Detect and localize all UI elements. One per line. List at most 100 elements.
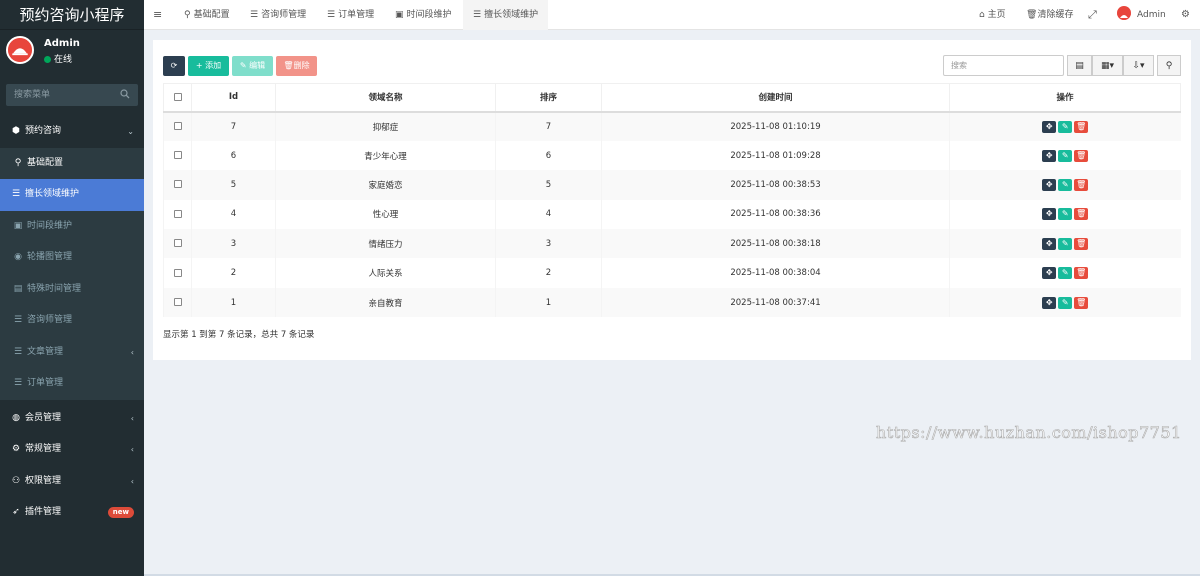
cell-sort: 3 <box>495 229 602 259</box>
admin-menu[interactable]: Admin <box>1117 0 1166 30</box>
col-header-sort[interactable]: 排序 <box>495 83 602 113</box>
row-checkbox[interactable] <box>173 209 182 218</box>
watermark-text: https://www.huzhan.com/ishop7751 <box>876 423 1182 443</box>
sidebar-item-5[interactable]: ▤ 特殊时间管理 <box>0 273 144 305</box>
row-checkbox[interactable] <box>173 122 182 131</box>
table-row[interactable]: 4 性心理 4 2025-11-08 00:38:36 ✥ ✎ 🗑 <box>163 199 1181 230</box>
col-header-id[interactable]: Id <box>191 83 276 113</box>
sidebar-menu: ⬢ 预约咨询 ⌄ ⚲ 基础配置 ☰ 擅长领域维护 ▣ 时间段维护 ◉ 轮播图管理 ▤ 特殊时间管理 ☰ 咨询… <box>0 116 144 529</box>
home-link[interactable]: ⌂ 主页 <box>979 0 1006 30</box>
delete-row-icon[interactable]: 🗑 <box>1074 208 1089 221</box>
drag-sort-icon[interactable]: ✥ <box>1042 237 1057 250</box>
sidebar-item-12[interactable]: ➶ 插件管理 new <box>0 497 144 529</box>
tab-counselor[interactable]: ☰ 咨询师管理 <box>250 0 306 30</box>
user-name: Admin <box>44 38 80 49</box>
sidebar-item-label: 文章管理 <box>27 346 64 357</box>
drag-sort-icon[interactable]: ✥ <box>1042 178 1057 191</box>
edit-row-icon[interactable]: ✎ <box>1058 120 1073 133</box>
sidebar-toggle-icon[interactable]: ≡ <box>153 0 162 30</box>
row-checkbox[interactable] <box>173 180 182 189</box>
sidebar-item-9[interactable]: ◍ 会员管理 ‹ <box>0 403 144 435</box>
drag-sort-icon[interactable]: ✥ <box>1042 149 1057 162</box>
delete-button[interactable]: 🗑删除 <box>276 56 317 76</box>
drag-sort-icon[interactable]: ✥ <box>1042 267 1057 280</box>
user-status-label: 在线 <box>54 55 73 65</box>
table-search-input[interactable] <box>943 55 1064 76</box>
cell-sort: 6 <box>495 140 602 171</box>
data-table: Id 领域名称 排序 创建时间 操作 7 抑郁症 7 2025-11-08 01:10… <box>163 83 1181 318</box>
sidebar-item-8[interactable]: ☰ 订单管理 <box>0 368 144 400</box>
delete-row-icon[interactable]: 🗑 <box>1074 120 1089 133</box>
sidebar-item-4[interactable]: ◉ 轮播图管理 <box>0 242 144 274</box>
edit-row-icon[interactable]: ✎ <box>1058 208 1073 221</box>
sidebar-item-2[interactable]: ☰ 擅长领域维护 <box>0 179 144 211</box>
toggle-view-icon[interactable]: ▤ <box>1067 55 1092 76</box>
tab-expertise[interactable]: ☰ 擅长领域维护 <box>463 0 549 30</box>
fullscreen-icon[interactable]: ⤢ <box>1088 0 1097 30</box>
drag-sort-icon[interactable]: ✥ <box>1042 120 1057 133</box>
sidebar-item-label: 订单管理 <box>27 378 64 388</box>
tab-orders[interactable]: ☰ 订单管理 <box>327 0 374 30</box>
sidebar-item-6[interactable]: ☰ 咨询师管理 <box>0 305 144 337</box>
row-checkbox[interactable] <box>173 151 182 160</box>
columns-dropdown-icon[interactable]: ▦▾ <box>1092 55 1123 76</box>
col-header-created[interactable]: 创建时间 <box>601 83 950 113</box>
edit-row-icon[interactable]: ✎ <box>1058 178 1073 191</box>
tab-timeslot[interactable]: ▣ 时间段维护 <box>395 0 452 30</box>
edit-row-icon[interactable]: ✎ <box>1058 296 1073 309</box>
settings-gear-icon[interactable]: ⚙ <box>1181 0 1190 30</box>
tab-basic-config[interactable]: ⚲ 基础配置 <box>184 0 230 30</box>
select-all-checkbox[interactable] <box>173 92 182 101</box>
cell-ops: ✥ ✎ 🗑 <box>949 111 1181 141</box>
edit-row-icon[interactable]: ✎ <box>1058 267 1073 280</box>
row-checkbox[interactable] <box>173 268 182 277</box>
row-checkbox[interactable] <box>173 298 182 307</box>
drag-sort-icon[interactable]: ✥ <box>1042 208 1057 221</box>
cell-name: 家庭婚恋 <box>275 170 496 200</box>
online-dot-icon <box>44 56 51 63</box>
col-header-name[interactable]: 领域名称 <box>275 83 496 113</box>
edit-row-icon[interactable]: ✎ <box>1058 149 1073 162</box>
delete-row-icon[interactable]: 🗑 <box>1074 267 1089 280</box>
sidebar-item-1[interactable]: ⚲ 基础配置 <box>0 147 144 179</box>
table-row[interactable]: 2 人际关系 2 2025-11-08 00:38:04 ✥ ✎ 🗑 <box>163 258 1181 288</box>
avatar[interactable] <box>6 36 34 64</box>
export-dropdown-icon[interactable]: ⇩▾ <box>1123 55 1154 76</box>
cell-ops: ✥ ✎ 🗑 <box>949 170 1181 200</box>
cell-created: 2025-11-08 00:37:41 <box>601 287 950 318</box>
drag-sort-icon[interactable]: ✥ <box>1042 296 1057 309</box>
edit-button[interactable]: ✎ 编辑 <box>232 56 273 76</box>
app-logo-title[interactable]: 预约咨询小程序 <box>0 0 144 30</box>
table-row[interactable]: 6 青少年心理 6 2025-11-08 01:09:28 ✥ ✎ 🗑 <box>163 140 1181 171</box>
cell-sort: 1 <box>495 287 602 318</box>
clear-cache-link[interactable]: 🗑清除缓存 <box>1026 0 1073 30</box>
sidebar-item-11[interactable]: ⚇ 权限管理 ‹ <box>0 466 144 498</box>
sidebar-item-7[interactable]: ☰ 文章管理 ‹ <box>0 336 144 368</box>
sidebar-item-3[interactable]: ▣ 时间段维护 <box>0 210 144 242</box>
sidebar-search-input[interactable] <box>6 84 138 106</box>
cell-created: 2025-11-08 00:38:04 <box>601 258 950 288</box>
search-button-icon[interactable]: ⚲ <box>1157 55 1181 76</box>
row-checkbox[interactable] <box>173 239 182 248</box>
sidebar-search <box>6 84 138 106</box>
table-row[interactable]: 5 家庭婚恋 5 2025-11-08 00:38:53 ✥ ✎ 🗑 <box>163 170 1181 200</box>
refresh-button[interactable]: ⟳ <box>163 56 185 76</box>
list-icon: ☰ <box>13 378 23 388</box>
delete-row-icon[interactable]: 🗑 <box>1074 178 1089 191</box>
table-row[interactable]: 7 抑郁症 7 2025-11-08 01:10:19 ✥ ✎ 🗑 <box>163 111 1181 141</box>
delete-row-icon[interactable]: 🗑 <box>1074 149 1089 162</box>
delete-row-icon[interactable]: 🗑 <box>1074 296 1089 309</box>
sidebar-item-10[interactable]: ⚙ 常规管理 ‹ <box>0 434 144 466</box>
trash-icon: 🗑 <box>283 61 294 70</box>
tab-label: 订单管理 <box>338 10 375 20</box>
edit-row-icon[interactable]: ✎ <box>1058 237 1073 250</box>
col-header-ops: 操作 <box>949 83 1181 113</box>
cell-id: 2 <box>191 258 276 288</box>
table-row[interactable]: 3 情绪压力 3 2025-11-08 00:38:18 ✥ ✎ 🗑 <box>163 229 1181 259</box>
sidebar-item-0[interactable]: ⬢ 预约咨询 ⌄ <box>0 116 144 148</box>
list-icon: ☰ <box>13 346 23 357</box>
add-button[interactable]: + 添加 <box>188 56 229 76</box>
delete-row-icon[interactable]: 🗑 <box>1074 237 1089 250</box>
table-row[interactable]: 1 亲自教育 1 2025-11-08 00:37:41 ✥ ✎ 🗑 <box>163 287 1181 318</box>
search-icon[interactable] <box>120 89 130 99</box>
